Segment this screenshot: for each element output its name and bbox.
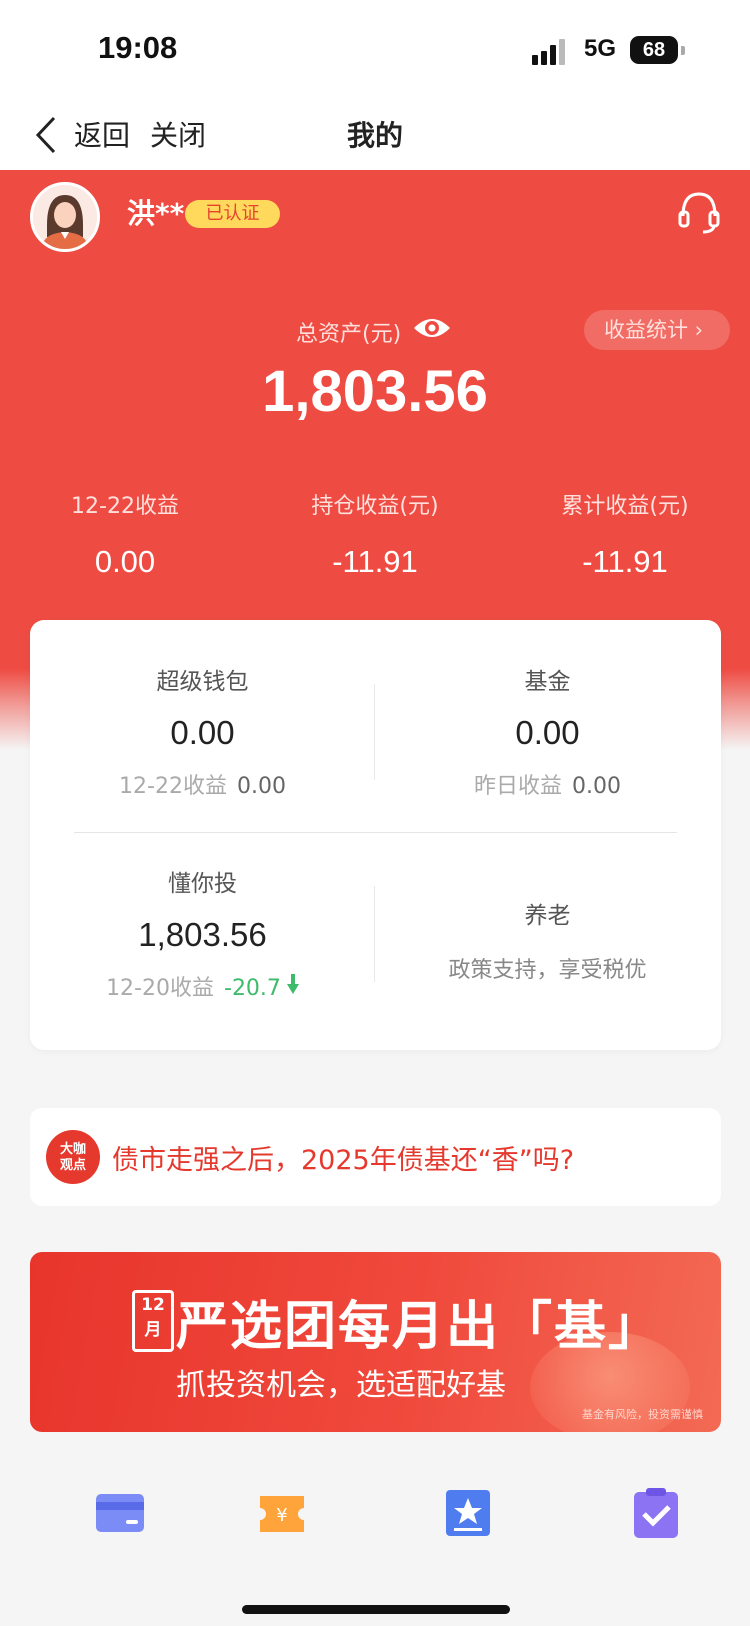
headset-icon[interactable] [675, 188, 723, 236]
svg-text:¥: ¥ [276, 1505, 287, 1526]
signal-icon [532, 37, 568, 65]
verified-badge: 已认证 [185, 200, 280, 228]
total-asset-label: 总资产(元) [296, 322, 402, 347]
sub-label: 12-20收益 [106, 976, 214, 1001]
news-bar[interactable]: 大咖 观点 债市走强之后，2025年债基还“香”吗? [30, 1108, 721, 1206]
banner-month: 12月 [132, 1290, 174, 1352]
cell-sub: 12-22收益 0.00 [30, 768, 375, 800]
earnings-stats-button[interactable]: 收益统计 › [584, 310, 730, 350]
super-wallet-cell[interactable]: 超级钱包 0.00 12-22收益 0.00 [30, 662, 375, 800]
banner-subtitle: 抓投资机会，选适配好基 [176, 1368, 506, 1403]
cell-sub: 昨日收益 0.00 [375, 768, 720, 800]
coupon-icon[interactable]: ¥ [232, 1480, 332, 1550]
expert-view-badge: 大咖 观点 [46, 1130, 100, 1184]
cell-sub: 12-20收益 -20.7 [30, 970, 375, 1002]
sub-value: 0.00 [572, 774, 621, 799]
cell-value: 0.00 [170, 714, 235, 751]
metric-value: -11.91 [332, 544, 418, 579]
status-bar: 19:08 5G 68 [0, 0, 750, 95]
sub-value: 0.00 [236, 774, 286, 799]
pension-cell[interactable]: 养老 政策支持，享受税优 [375, 896, 720, 984]
cell-value: 0.00 [515, 714, 580, 751]
certificate-icon[interactable] [418, 1480, 518, 1550]
arrow-down-icon [286, 974, 299, 994]
clipboard-check-icon[interactable] [606, 1480, 706, 1550]
cell-title: 养老 [524, 903, 571, 929]
asset-card: 超级钱包 0.00 12-22收益 0.00 基金 0.00 昨日收益 0.00 懂… [30, 620, 721, 1050]
banner-title: 严选团每月出「基」 [176, 1296, 663, 1357]
sub-label: 昨日收益 [474, 774, 563, 799]
news-headline[interactable]: 债市走强之后，2025年债基还“香”吗? [112, 1138, 574, 1177]
metric-label: 12-22收益 [71, 494, 179, 519]
cell-title: 超级钱包 [156, 669, 249, 695]
smart-invest-cell[interactable]: 懂你投 1,803.56 12-20收益 -20.7 [30, 864, 375, 1002]
sub-value: -20.7 [224, 976, 281, 1001]
sub-label: 12-22收益 [119, 774, 227, 799]
page-title: 我的 [346, 119, 403, 152]
cell-title: 懂你投 [168, 871, 237, 897]
card-icon[interactable] [70, 1480, 170, 1550]
eye-icon[interactable] [412, 314, 452, 342]
avatar-icon [33, 185, 97, 249]
metric-label: 持仓收益(元) [311, 494, 439, 519]
network-type: 5G [584, 35, 617, 62]
metric-label: 累计收益(元) [561, 494, 689, 519]
cell-desc: 政策支持，享受税优 [448, 958, 647, 983]
home-indicator [242, 1605, 510, 1614]
metric-value: -11.91 [582, 544, 668, 579]
fund-cell[interactable]: 基金 0.00 昨日收益 0.00 [375, 662, 720, 800]
status-time: 19:08 [98, 30, 178, 65]
cell-title: 基金 [524, 669, 571, 695]
metric-value: 0.00 [94, 544, 156, 579]
divider [74, 832, 677, 833]
cumulative-earnings: 累计收益(元) -11.91 [500, 488, 750, 580]
risk-disclaimer: 基金有风险，投资需谨慎 [582, 1408, 703, 1421]
nav-bar: 返回 关闭 我的 [0, 95, 750, 170]
battery-icon: 68 [630, 36, 678, 64]
cell-value: 1,803.56 [138, 916, 267, 953]
user-name: 洪** [127, 197, 185, 230]
holding-earnings: 持仓收益(元) -11.91 [250, 488, 500, 580]
promo-banner[interactable]: 12月 严选团每月出「基」 抓投资机会，选适配好基 基金有风险，投资需谨慎 [30, 1252, 721, 1432]
total-asset-value: 1,803.56 [262, 359, 488, 424]
daily-earnings: 12-22收益 0.00 [0, 488, 250, 580]
avatar[interactable] [30, 182, 100, 252]
